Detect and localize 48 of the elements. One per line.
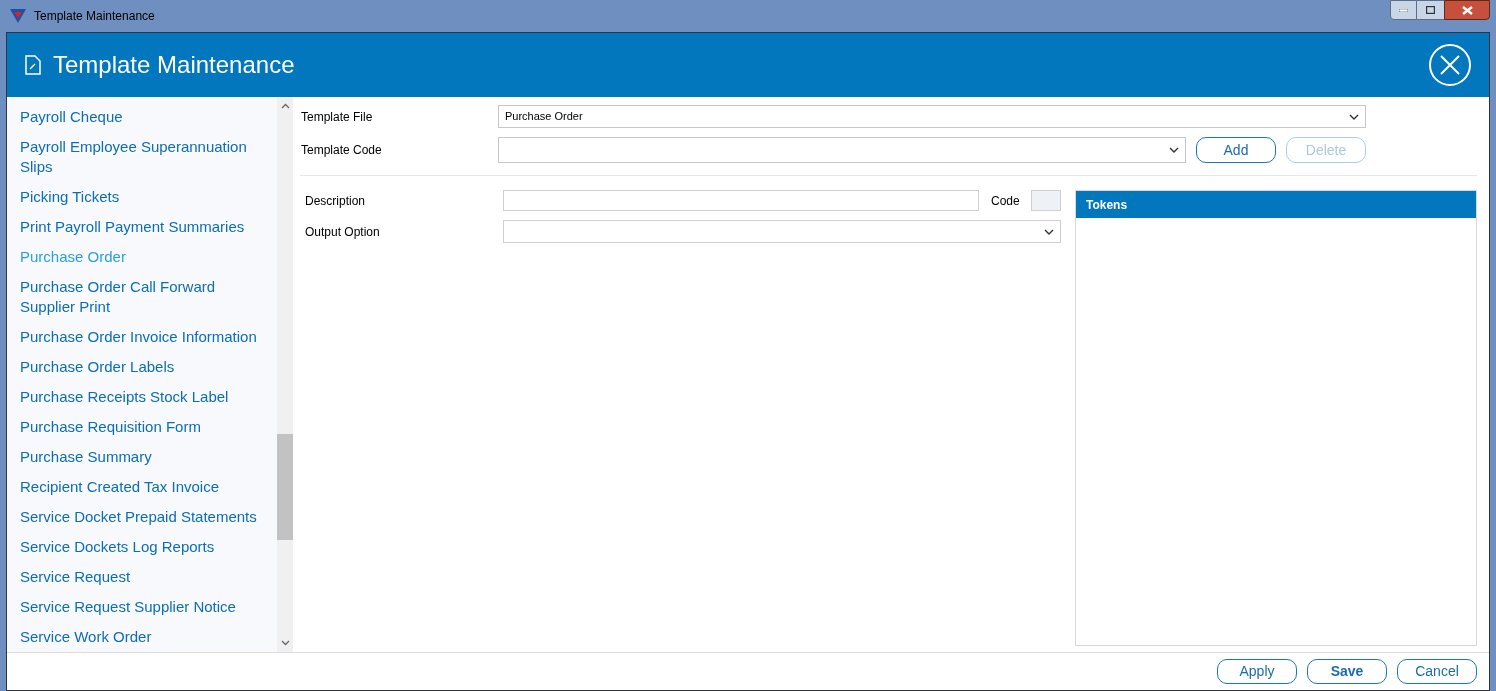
page-title: Template Maintenance <box>53 50 295 80</box>
close-icon <box>1461 5 1473 15</box>
sidebar-item[interactable]: Service Dockets Log Reports <box>20 532 277 562</box>
sidebar-item[interactable]: Purchase Order Labels <box>20 352 277 382</box>
chevron-down-icon <box>1044 228 1054 235</box>
sidebar-item[interactable]: Payroll Cheque <box>20 102 277 132</box>
scroll-up-icon[interactable] <box>280 103 290 109</box>
sidebar-item[interactable]: Purchase Receipts Stock Label <box>20 382 277 412</box>
document-icon <box>25 55 41 75</box>
app-logo-icon <box>10 9 26 23</box>
dropdown-value: Purchase Order <box>505 109 583 125</box>
minimize-icon <box>1399 8 1408 12</box>
field-label: Template Code <box>300 142 383 159</box>
footer-button[interactable]: Save <box>1307 659 1387 684</box>
field-label: Description <box>305 192 367 210</box>
close-button[interactable] <box>1444 0 1490 20</box>
sidebar-item[interactable]: Service Request <box>20 562 277 592</box>
chevron-down-icon <box>1169 147 1179 153</box>
sidebar-item[interactable]: Purchase Order <box>20 242 277 272</box>
sidebar-item[interactable]: Service Docket Prepaid Statements <box>20 502 277 532</box>
maximize-icon <box>1426 6 1435 14</box>
chevron-down-icon <box>1349 113 1359 120</box>
scrollbar-thumb[interactable] <box>277 434 293 540</box>
form-button[interactable]: Add <box>1196 137 1276 163</box>
sidebar-item[interactable]: Purchase Order Call Forward Supplier Print <box>20 272 277 322</box>
sidebar-item[interactable]: Service Work Order <box>20 622 277 652</box>
maximize-button[interactable] <box>1417 0 1444 20</box>
tokens-header: Tokens <box>1076 191 1476 218</box>
sidebar-item[interactable]: Print Payroll Payment Summaries <box>20 212 277 242</box>
field-label: Template File <box>300 108 374 126</box>
scroll-down-icon[interactable] <box>280 640 290 646</box>
template-file-dropdown[interactable]: Purchase Order <box>498 105 1366 128</box>
footer-button[interactable]: Apply <box>1217 659 1297 684</box>
footer-button[interactable]: Cancel <box>1397 659 1477 684</box>
code-input[interactable] <box>1031 190 1061 211</box>
sidebar-item[interactable]: Service Request Supplier Notice <box>20 592 277 622</box>
sidebar-item[interactable]: Payroll Employee Superannuation Slips <box>20 132 277 182</box>
sidebar-item[interactable]: Purchase Order Invoice Information <box>20 322 277 352</box>
description-input[interactable] <box>503 190 979 211</box>
field-label: Code <box>991 192 1021 210</box>
field-label: Output Option <box>305 223 381 241</box>
minimize-button[interactable] <box>1390 0 1417 20</box>
sidebar-item[interactable]: Recipient Created Tax Invoice <box>20 472 277 502</box>
sidebar-item[interactable]: Purchase Requisition Form <box>20 412 277 442</box>
sidebar-item[interactable]: Purchase Summary <box>20 442 277 472</box>
sidebar-item[interactable]: Picking Tickets <box>20 182 277 212</box>
close-icon <box>1439 54 1461 76</box>
window-title: Template Maintenance <box>34 8 155 25</box>
